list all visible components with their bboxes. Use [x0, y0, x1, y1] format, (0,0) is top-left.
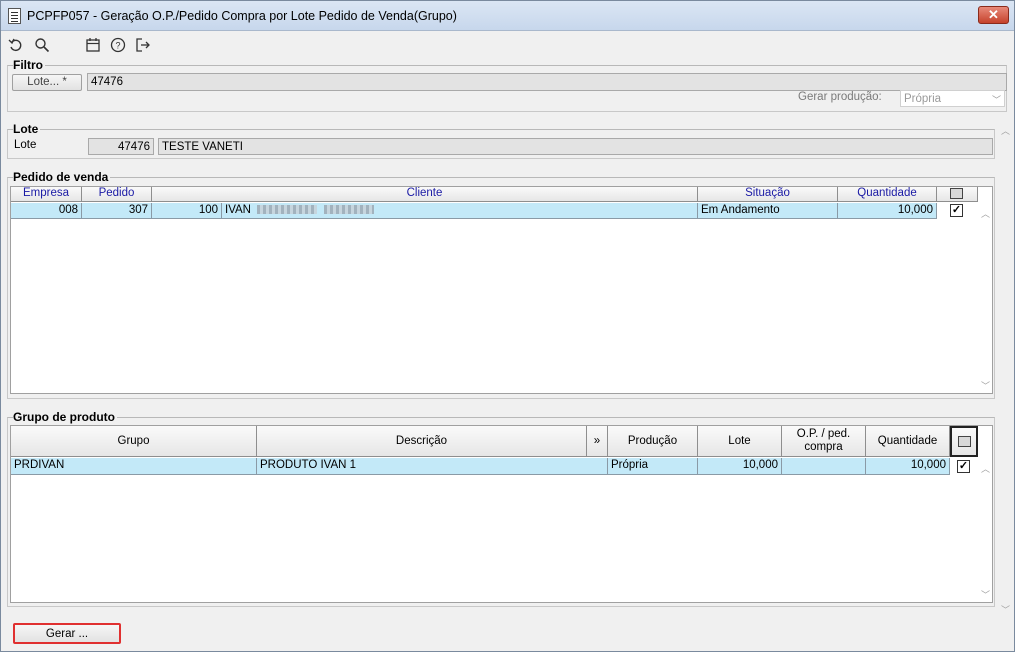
- scroll-down-icon[interactable]: ﹀: [981, 379, 990, 392]
- lote-label: Lote: [14, 139, 37, 151]
- col-select-all[interactable]: [950, 426, 978, 457]
- help-icon[interactable]: ?: [109, 36, 127, 54]
- scroll-down-icon[interactable]: ﹀: [981, 588, 990, 601]
- gerar-producao-label: Gerar produção:: [798, 91, 882, 103]
- pedido-title: Pedido de venda: [13, 170, 111, 184]
- calendar-icon[interactable]: [84, 36, 102, 54]
- title-bar: PCPFP057 - Geração O.P./Pedido Compra po…: [1, 1, 1014, 31]
- col-pedido[interactable]: Pedido: [82, 187, 152, 202]
- cell-cliente-name: IVAN: [222, 203, 698, 219]
- cell-descricao: PRODUTO IVAN 1: [257, 458, 608, 475]
- lote-number-field: 47476: [88, 138, 154, 155]
- scroll-up-icon[interactable]: ︿: [1001, 124, 1010, 137]
- cell-cliente-code: 100: [152, 203, 222, 219]
- scroll-up-icon[interactable]: ︿: [981, 207, 990, 220]
- filtro-title: Filtro: [13, 58, 45, 72]
- col-empresa[interactable]: Empresa: [11, 187, 82, 202]
- expand-columns-button[interactable]: »: [587, 426, 608, 457]
- select-all-checkbox[interactable]: [958, 436, 971, 447]
- scroll-down-icon[interactable]: ﹀: [1001, 603, 1010, 616]
- cell-quantidade: 10,000: [838, 203, 937, 219]
- cell-producao: Própria: [608, 458, 698, 475]
- exit-icon[interactable]: [134, 36, 152, 54]
- toolbar: ?: [1, 32, 1014, 58]
- pedido-grid: Empresa Pedido Cliente Situação Quantida…: [10, 186, 993, 394]
- redacted-text: [324, 205, 375, 215]
- search-icon[interactable]: [33, 36, 51, 54]
- close-button[interactable]: ✕: [978, 6, 1009, 24]
- col-op-ped-compra[interactable]: O.P. / ped. compra: [782, 426, 866, 457]
- document-icon: [8, 8, 21, 24]
- cell-empresa: 008: [11, 203, 82, 219]
- cell-lote: 10,000: [698, 458, 782, 475]
- col-quantidade[interactable]: Quantidade: [866, 426, 950, 457]
- window-title: PCPFP057 - Geração O.P./Pedido Compra po…: [27, 9, 457, 23]
- redacted-text: [257, 205, 318, 215]
- lote-title: Lote: [13, 122, 41, 136]
- main-window: PCPFP057 - Geração O.P./Pedido Compra po…: [0, 0, 1015, 652]
- grupo-title: Grupo de produto: [13, 410, 117, 424]
- gerar-button[interactable]: Gerar ...: [13, 623, 121, 644]
- gerar-producao-select[interactable]: Própria ﹀: [900, 90, 1005, 107]
- col-grupo[interactable]: Grupo: [11, 426, 257, 457]
- lote-name-field: TESTE VANETI: [158, 138, 993, 155]
- undo-icon[interactable]: [7, 36, 25, 54]
- row-checkbox[interactable]: ✓: [950, 204, 963, 217]
- cell-pedido: 307: [82, 203, 152, 219]
- col-cliente[interactable]: Cliente: [152, 187, 698, 202]
- col-descricao[interactable]: Descrição: [257, 426, 587, 457]
- col-producao[interactable]: Produção: [608, 426, 698, 457]
- col-lote[interactable]: Lote: [698, 426, 782, 457]
- col-quantidade[interactable]: Quantidade: [838, 187, 937, 202]
- cell-situacao: Em Andamento: [698, 203, 838, 219]
- select-all-checkbox[interactable]: [950, 188, 963, 199]
- scroll-up-icon[interactable]: ︿: [981, 462, 990, 475]
- col-select-all[interactable]: [937, 187, 978, 202]
- row-checkbox[interactable]: ✓: [957, 460, 970, 473]
- chevron-down-icon: ﹀: [991, 95, 1001, 105]
- lote-filter-field[interactable]: 47476: [87, 73, 1007, 91]
- col-situacao[interactable]: Situação: [698, 187, 838, 202]
- svg-text:?: ?: [115, 41, 120, 51]
- cell-op-ped-compra: [782, 458, 866, 475]
- cell-grupo: PRDIVAN: [11, 458, 257, 475]
- cell-quantidade: 10,000: [866, 458, 950, 475]
- grupo-grid: Grupo Descrição » Produção Lote O.P. / p…: [10, 425, 993, 603]
- cliente-name-text: IVAN: [225, 204, 251, 216]
- lote-button[interactable]: Lote... *: [12, 74, 82, 91]
- gerar-producao-value: Própria: [904, 93, 942, 105]
